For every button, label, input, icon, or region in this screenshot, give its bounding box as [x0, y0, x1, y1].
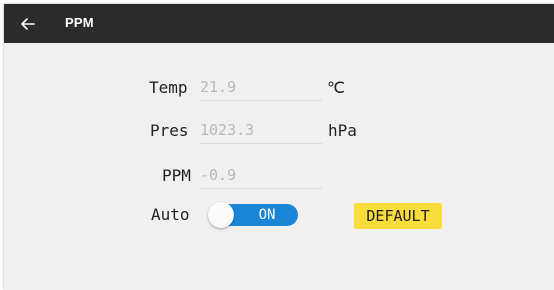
app-screen: PPM Temp 21.9 ℃ Pres 1023.3 hPa PPM -0.9…: [4, 4, 554, 290]
back-button[interactable]: [16, 12, 40, 36]
ppm-label: PPM: [162, 166, 191, 185]
pres-field[interactable]: 1023.3: [200, 121, 322, 144]
temp-unit: ℃: [327, 78, 345, 97]
toggle-thumb[interactable]: [208, 202, 234, 228]
ppm-field[interactable]: -0.9: [200, 166, 322, 189]
auto-toggle[interactable]: ON: [208, 202, 300, 228]
toggle-state-text: ON: [258, 207, 276, 223]
pres-unit: hPa: [328, 121, 357, 140]
default-button[interactable]: DEFAULT: [354, 203, 442, 229]
pres-label: Pres: [150, 121, 189, 140]
arrow-back-icon: [21, 18, 35, 30]
temp-label: Temp: [149, 78, 188, 97]
app-bar: PPM: [4, 4, 554, 43]
temp-field[interactable]: 21.9: [200, 78, 322, 101]
page-title: PPM: [65, 15, 94, 30]
auto-label: Auto: [151, 205, 190, 224]
